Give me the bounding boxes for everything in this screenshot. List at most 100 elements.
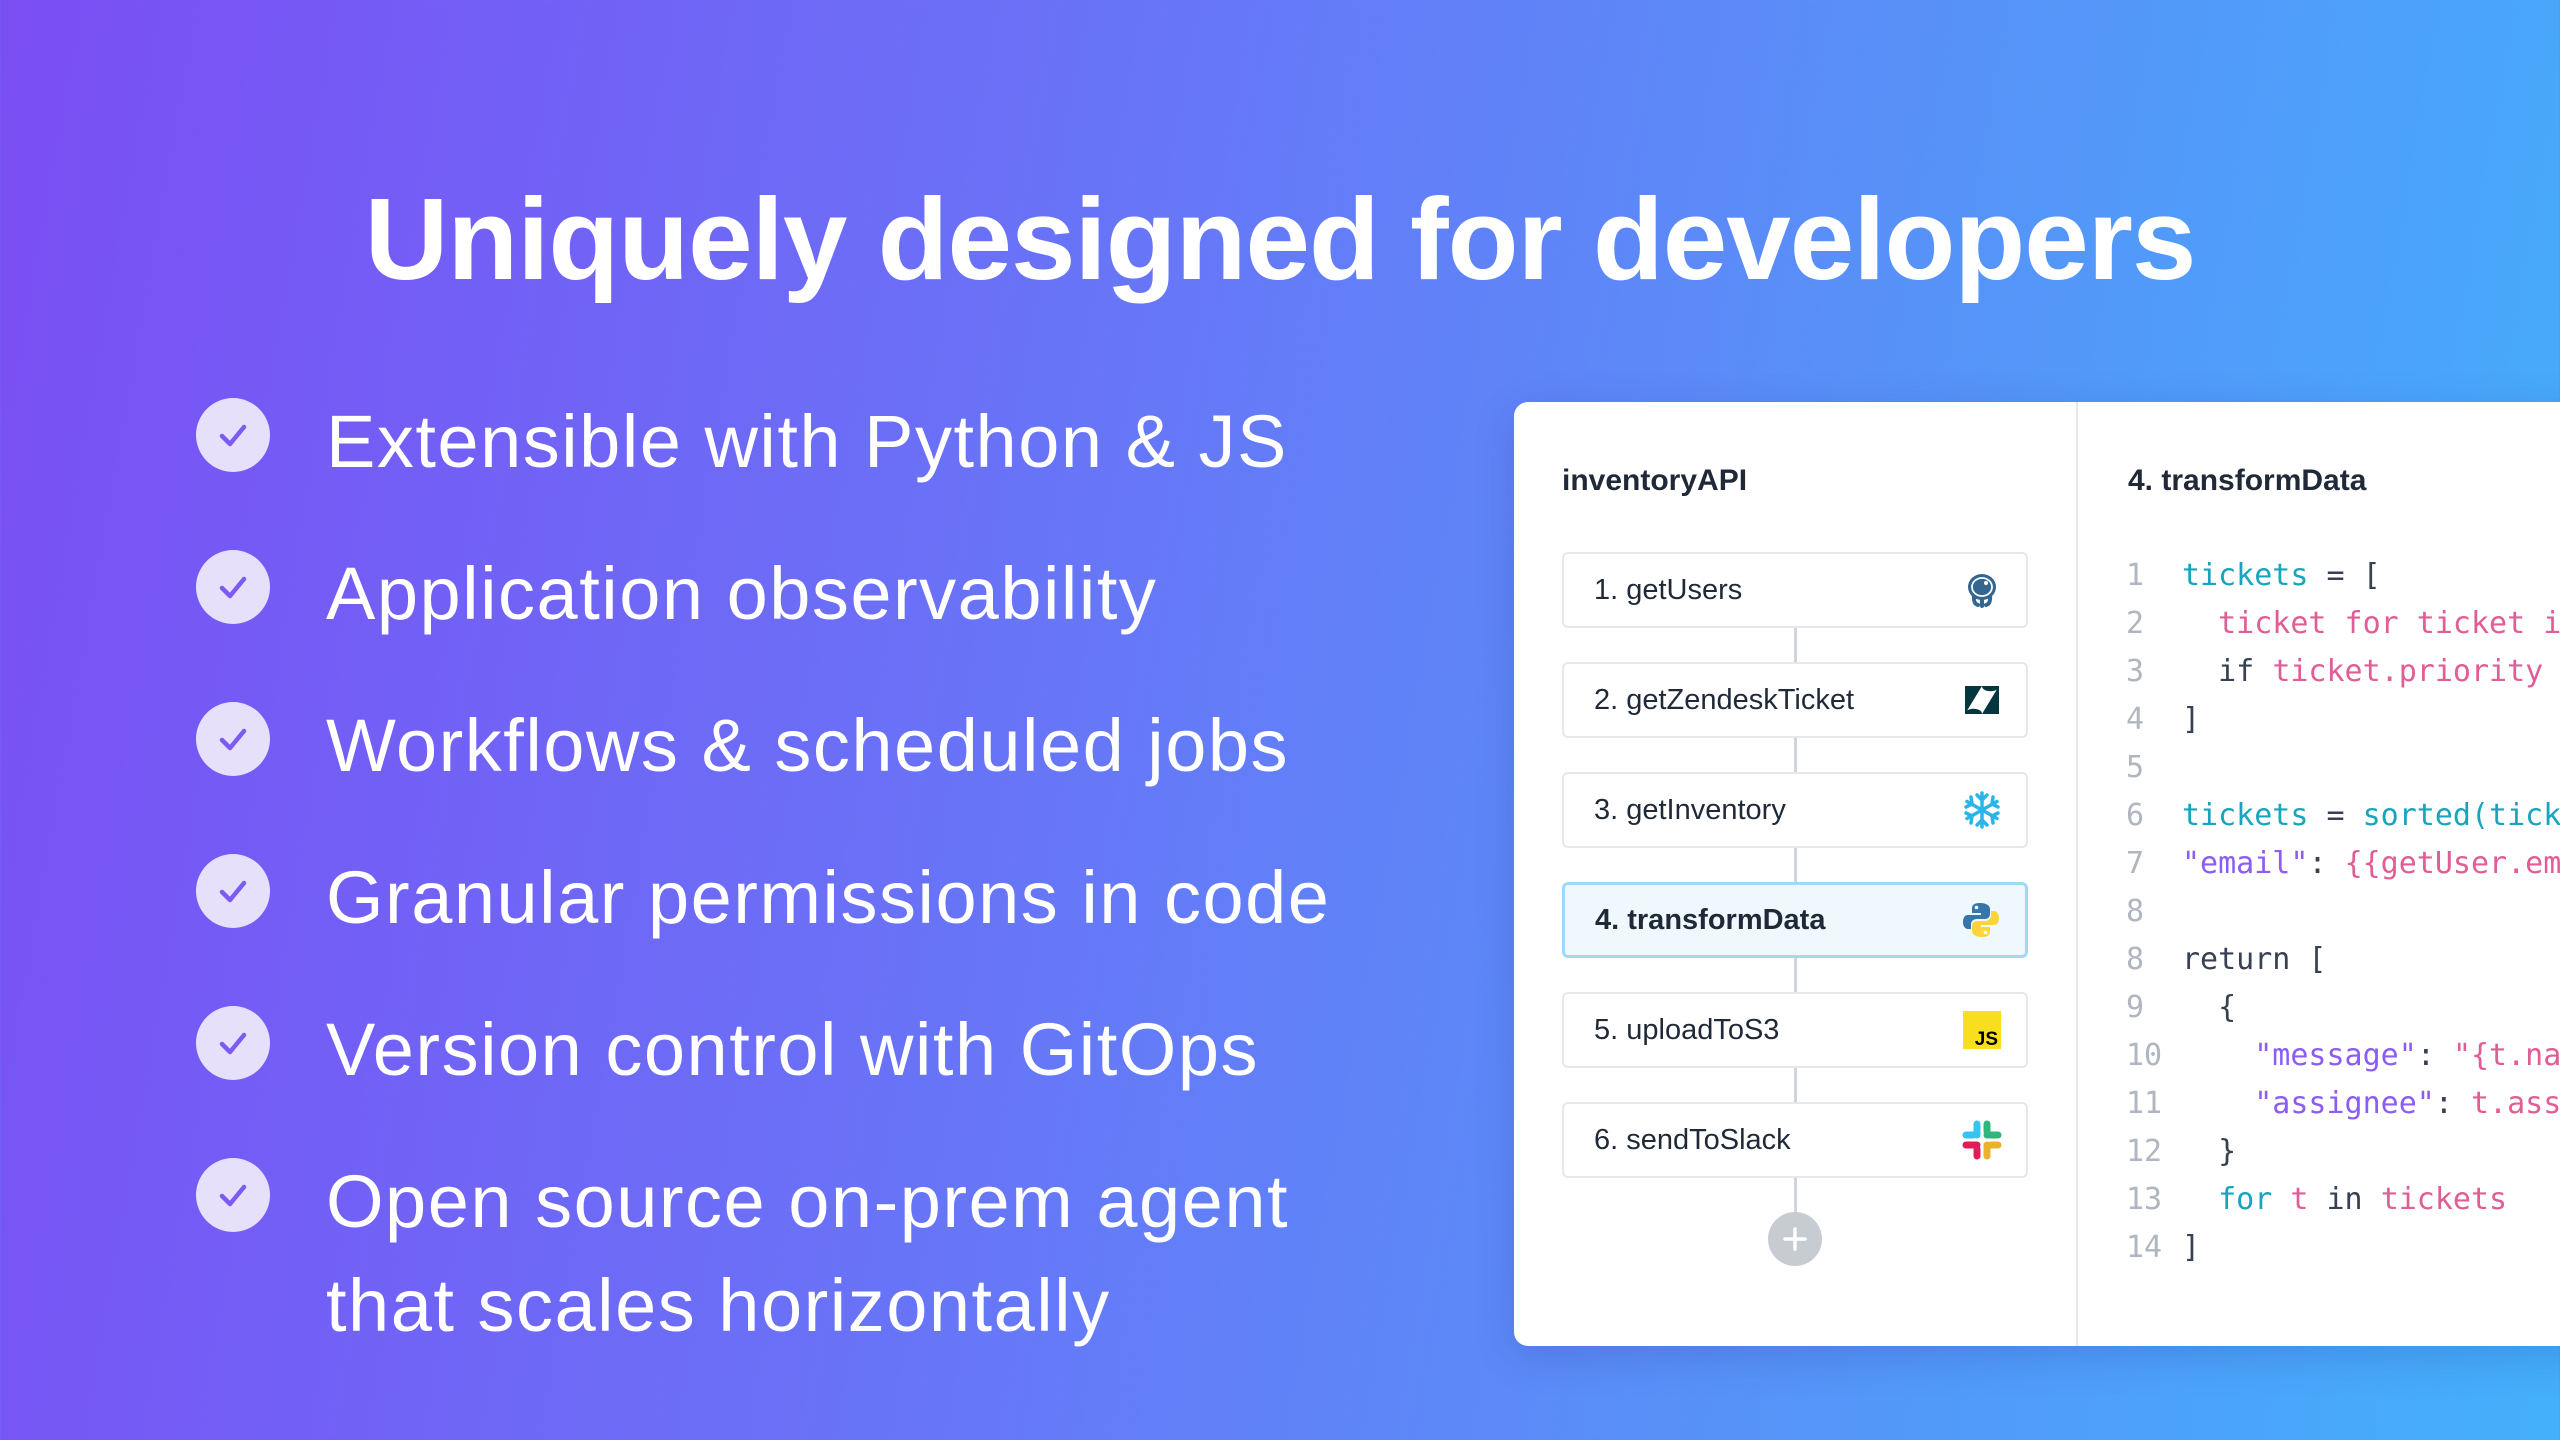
feature-item: Version control with GitOps	[196, 998, 1259, 1102]
code-line: 11 "assignee": t.ass	[2126, 1080, 2560, 1128]
code-token: sorted(tick	[2362, 798, 2560, 833]
headline: Uniquely designed for developers	[364, 174, 2197, 304]
feature-label: Extensible with Python & JS	[326, 390, 1288, 494]
line-number: 12	[2126, 1134, 2163, 1169]
feature-label: Open source on-prem agent that scales hor…	[326, 1150, 1289, 1358]
snowflake-icon	[1960, 788, 2004, 832]
plus-icon	[1783, 1227, 1807, 1251]
feature-label: Workflows & scheduled jobs	[326, 694, 1289, 798]
line-number: 14	[2126, 1230, 2163, 1265]
code-token: tickets	[2182, 558, 2309, 593]
code-token: tickets	[2380, 1182, 2508, 1217]
code-token: return [	[2182, 942, 2327, 977]
code-editor[interactable]: 1 tickets = [2 ticket for ticket in 3 if t…	[2126, 552, 2560, 1272]
feature-item: Workflows & scheduled jobs	[196, 694, 1289, 798]
check-badge	[196, 1158, 270, 1232]
line-number: 2	[2126, 606, 2145, 641]
feature-label-line: Open source on-prem agent	[326, 1160, 1290, 1243]
line-number: 11	[2126, 1086, 2163, 1121]
step-connector	[1794, 848, 1797, 882]
code-line: 9 {	[2126, 984, 2560, 1032]
code-token: ticket for ticket in	[2218, 606, 2560, 641]
line-number: 13	[2126, 1182, 2163, 1217]
code-token: ]	[2182, 1230, 2201, 1265]
feature-item: Extensible with Python & JS	[196, 390, 1288, 494]
code-line: 12 }	[2126, 1128, 2560, 1176]
feature-label-line: Workflows & scheduled jobs	[326, 704, 1290, 787]
workflow-step[interactable]: 2. getZendeskTicket	[1562, 662, 2028, 738]
workflow-step[interactable]: 5. uploadToS3 JS	[1562, 992, 2028, 1068]
check-icon	[219, 424, 247, 447]
check-icon	[219, 728, 247, 751]
code-line: 4]	[2126, 696, 2560, 744]
workflow-step[interactable]: 6. sendToSlack	[1562, 1102, 2028, 1178]
step-connector	[1794, 628, 1797, 662]
code-token: tickets	[2182, 798, 2309, 833]
check-icon	[219, 576, 247, 599]
code-line: 8	[2126, 888, 2560, 936]
line-number: 1	[2126, 558, 2145, 593]
line-number: 5	[2126, 750, 2145, 785]
line-number: 8	[2126, 942, 2145, 977]
feature-label-line: Extensible with Python & JS	[326, 400, 1288, 483]
code-token: :	[2416, 1038, 2453, 1073]
code-token: t	[2290, 1182, 2309, 1217]
workflow-step-label: 4. transformData	[1595, 903, 1826, 936]
code-line: 14]	[2126, 1224, 2560, 1272]
code-line: 2 ticket for ticket in	[2126, 600, 2560, 648]
code-line: 7 "email": {{getUser.em	[2126, 840, 2560, 888]
step-connector	[1794, 958, 1797, 992]
line-number: 6	[2126, 798, 2145, 833]
feature-item: Application observability	[196, 542, 1157, 646]
line-number: 8	[2126, 894, 2145, 929]
workflow-step[interactable]: 1. getUsers	[1562, 552, 2028, 628]
check-icon	[219, 1184, 247, 1207]
workflow-step-label: 2. getZendeskTicket	[1594, 683, 1855, 716]
add-step-button[interactable]	[1768, 1212, 1822, 1266]
check-badge	[196, 702, 270, 776]
feature-label: Application observability	[326, 542, 1157, 646]
step-connector	[1794, 1068, 1797, 1102]
postgres-icon	[1960, 568, 2004, 612]
check-icon	[219, 1032, 247, 1055]
code-line: 13 for t in tickets	[2126, 1176, 2560, 1224]
code-token: =	[2308, 798, 2363, 833]
feature-label-line: Version control with GitOps	[326, 1008, 1259, 1091]
javascript-icon: JS	[1960, 1008, 2004, 1052]
panel-divider	[2076, 402, 2078, 1346]
workflow-step-label: 5. uploadToS3	[1594, 1013, 1780, 1046]
code-token: = [	[2308, 558, 2381, 593]
step-connector	[1794, 1178, 1797, 1212]
workflow-step[interactable]: 3. getInventory	[1562, 772, 2028, 848]
check-badge	[196, 398, 270, 472]
code-token: in	[2308, 1182, 2381, 1217]
line-number: 9	[2126, 990, 2145, 1025]
check-badge	[196, 550, 270, 624]
workflow-step-label: 6. sendToSlack	[1594, 1123, 1791, 1156]
feature-label-line: that scales horizontally	[326, 1264, 1111, 1347]
editor-title: 4. transformData	[2128, 464, 2367, 497]
workflow-title: inventoryAPI	[1562, 464, 1748, 497]
code-line: 10 "message": "{t.na	[2126, 1032, 2560, 1080]
code-token: {	[2182, 990, 2237, 1025]
feature-label-line: Application observability	[326, 552, 1158, 635]
workflow-step-label: 3. getInventory	[1594, 793, 1786, 826]
zendesk-icon	[1960, 678, 2004, 722]
workflow-step[interactable]: 4. transformData	[1562, 882, 2028, 958]
code-token: if	[2182, 654, 2273, 689]
line-number: 3	[2126, 654, 2145, 689]
code-token: }	[2182, 1134, 2237, 1169]
code-line: 5	[2126, 744, 2560, 792]
slack-icon	[1960, 1118, 2004, 1162]
code-token: ]	[2182, 702, 2201, 737]
code-token: "email"	[2182, 846, 2309, 881]
code-line: 3 if ticket.priority	[2126, 648, 2560, 696]
feature-item: Open source on-prem agent that scales hor…	[196, 1150, 1289, 1358]
check-icon	[219, 880, 247, 903]
feature-label: Granular permissions in code	[326, 846, 1330, 950]
code-token: ticket.priority	[2272, 654, 2544, 689]
code-token: :	[2308, 846, 2345, 881]
